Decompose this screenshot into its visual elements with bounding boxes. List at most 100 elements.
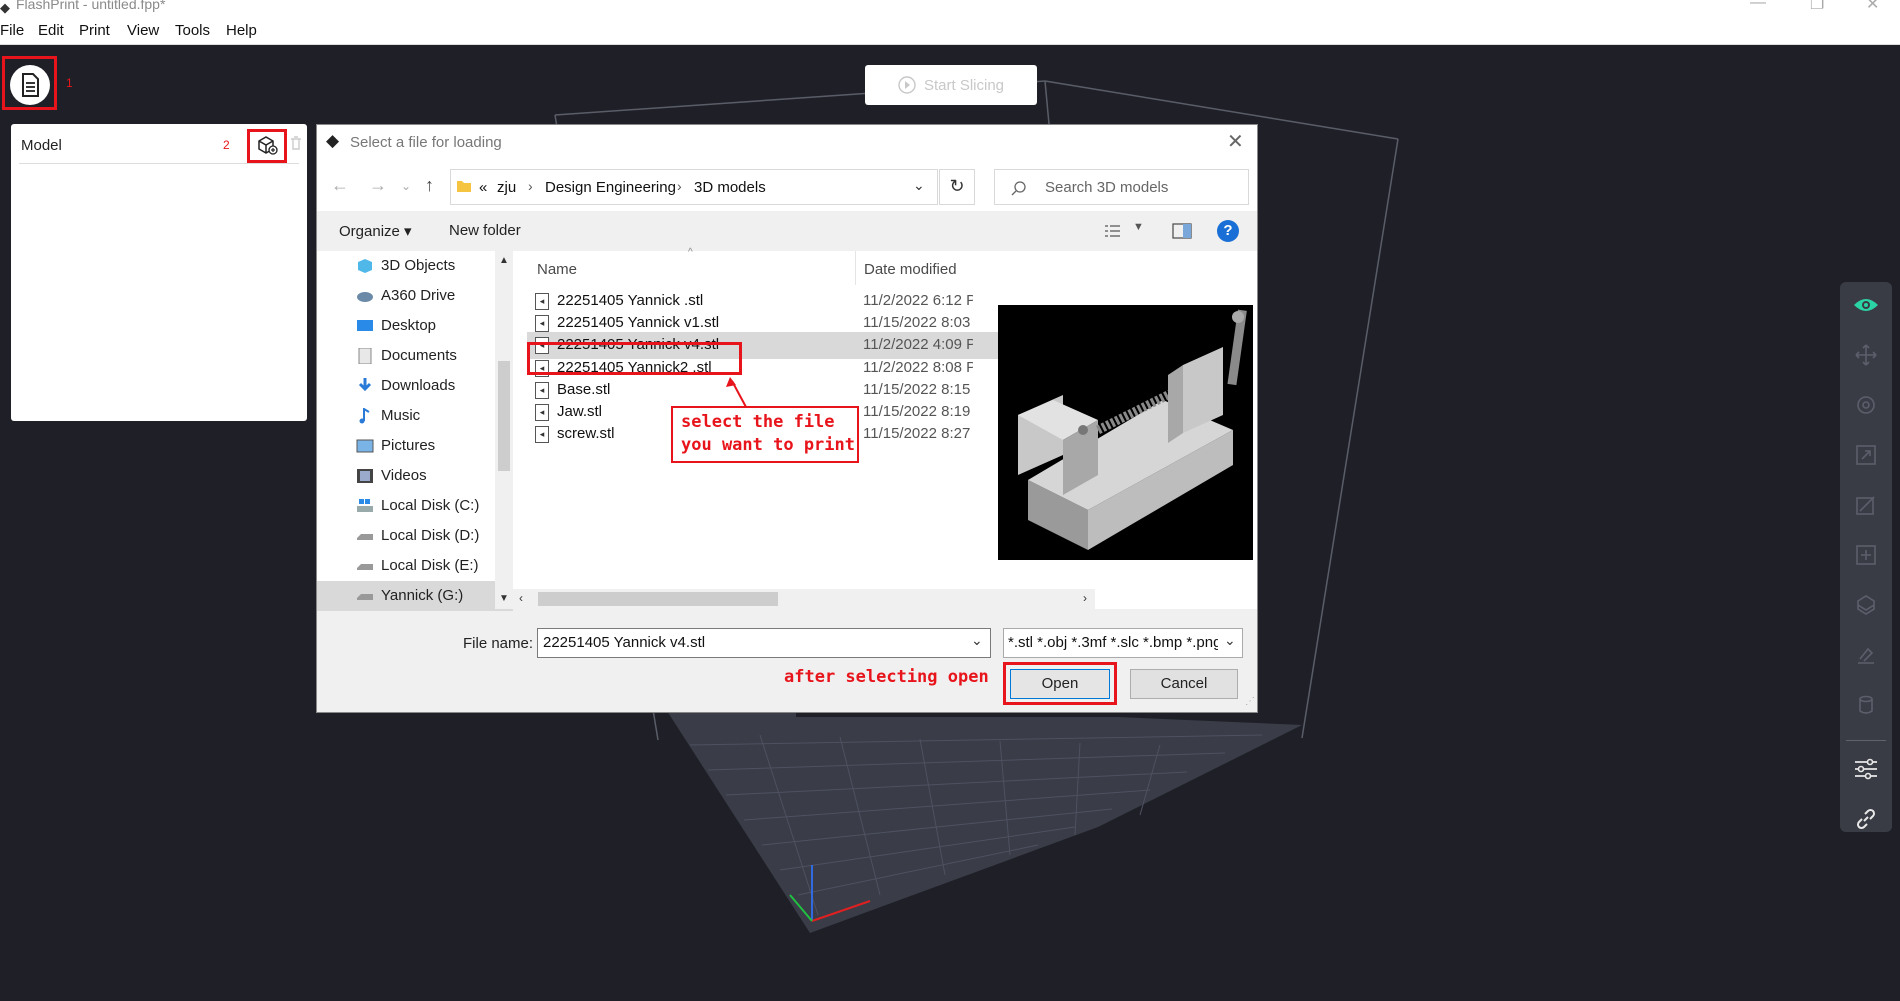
delete-icon[interactable] [289,135,303,151]
close-icon[interactable]: ✕ [1866,0,1879,14]
column-header-date[interactable]: Date modified [864,261,957,278]
column-divider[interactable] [855,251,856,285]
menu-help[interactable]: Help [226,22,257,39]
file-name-label: File name: [463,635,534,652]
open-file-button[interactable] [10,65,50,105]
cut-icon[interactable] [1849,488,1883,522]
nav-item-local-disk-d[interactable]: Local Disk (D:) [317,521,513,551]
breadcrumb-3d-models[interactable]: 3D models [694,179,766,196]
start-slicing-button[interactable]: Start Slicing [865,65,1037,105]
nav-item-local-disk-e[interactable]: Local Disk (E:) [317,551,513,581]
stl-file-icon: ◂ [535,404,549,421]
model-panel: Model 2 [11,124,307,421]
dialog-titlebar: ◆ Select a file for loading ✕ [317,125,1257,161]
nav-item-music[interactable]: Music [317,401,513,431]
open-button[interactable]: Open [1010,669,1110,699]
model-panel-title: Model [21,137,62,154]
documents-icon [358,348,372,364]
chevron-down-icon[interactable]: ▼ [1133,221,1144,233]
add-model-button[interactable] [247,129,287,163]
forward-arrow-icon[interactable]: → [369,175,387,196]
organize-menu[interactable]: Organize ▾ [339,222,412,240]
refresh-button[interactable]: ↻ [939,169,975,205]
chevron-down-icon[interactable]: ⌄ [913,177,925,194]
dialog-navbar: ← → ⌄ ↑ « zju › Design Engineering › 3D … [317,161,1257,211]
stl-file-icon: ◂ [535,426,549,443]
toolbar-divider [1846,740,1886,741]
menu-edit[interactable]: Edit [38,22,64,39]
back-arrow-icon[interactable]: ← [331,175,349,196]
menu-print[interactable]: Print [79,22,110,39]
add-support-icon[interactable] [1849,538,1883,572]
nav-item-3d-objects[interactable]: 3D Objects [317,251,513,281]
cylinder-icon[interactable] [1849,688,1883,722]
nav-item-yannick-g[interactable]: Yannick (G:) [317,581,513,611]
stl-file-icon: ◂ [535,382,549,399]
chevron-left-icon[interactable]: ‹ [519,591,523,605]
chevron-up-icon[interactable]: ▲ [499,255,509,266]
land-icon[interactable] [1849,638,1883,672]
link-icon[interactable] [1849,802,1883,836]
menu-view[interactable]: View [127,22,159,39]
annotation-text: select the file [681,412,835,432]
column-header-name[interactable]: Name [537,261,577,278]
address-bar[interactable]: « zju › Design Engineering › 3D models ⌄ [450,169,938,205]
preview-pane-icon[interactable] [1172,223,1192,239]
disk-icon [357,534,373,540]
stl-file-icon: ◂ [535,293,549,310]
chevron-down-icon[interactable]: ⌄ [971,632,983,649]
model-preview-image [998,305,1253,560]
menu-tools[interactable]: Tools [175,22,210,39]
nav-item-local-disk-c[interactable]: Local Disk (C:) [317,491,513,521]
rotate-icon[interactable] [1849,388,1883,422]
stl-file-icon: ◂ [535,315,549,332]
file-name-input[interactable]: 22251405 Yannick v4.stl ⌄ [537,628,991,658]
scrollbar-thumb[interactable] [498,361,510,471]
move-icon[interactable] [1849,338,1883,372]
eye-icon[interactable] [1849,288,1883,322]
chevron-right-icon[interactable]: › [1083,591,1087,605]
menu-file[interactable]: File [0,22,24,39]
breadcrumb-design-engineering[interactable]: Design Engineering [545,179,676,196]
refresh-icon: ↻ [949,176,965,196]
help-icon[interactable]: ? [1217,220,1239,242]
search-field[interactable]: Search 3D models [994,169,1249,205]
breadcrumb-zju[interactable]: zju [497,179,516,196]
disk-icon [357,594,373,600]
nav-pane-scrollbar[interactable]: ▲ ▼ [495,251,513,609]
menu-bar: File Edit Print View Tools Help [0,18,1900,45]
cancel-button[interactable]: Cancel [1130,669,1238,699]
dialog-title: Select a file for loading [350,134,502,151]
document-icon [22,73,39,97]
videos-icon [357,469,373,483]
scrollbar-thumb[interactable] [538,592,778,606]
breadcrumb-separator-icon: › [677,178,682,194]
recent-locations-icon[interactable]: ⌄ [401,179,411,193]
view-options-icon[interactable] [1104,223,1122,239]
up-arrow-icon[interactable]: ↑ [425,175,434,196]
nav-item-pictures[interactable]: Pictures [317,431,513,461]
restore-icon[interactable]: ❐ [1810,0,1824,14]
breadcrumb-overflow[interactable]: « [479,179,487,196]
nav-item-desktop[interactable]: Desktop [317,311,513,341]
file-list-hscrollbar[interactable]: ‹ › [513,589,1095,609]
close-icon[interactable]: ✕ [1227,129,1244,154]
settings-sliders-icon[interactable] [1849,752,1883,786]
new-folder-button[interactable]: New folder [449,222,521,239]
cloud-drive-icon [357,292,373,302]
annotation-number-2: 2 [223,138,230,152]
downloads-icon [358,378,372,392]
search-icon [1011,181,1026,196]
nav-item-downloads[interactable]: Downloads [317,371,513,401]
nav-item-documents[interactable]: Documents [317,341,513,371]
file-type-filter-select[interactable]: *.stl *.obj *.3mf *.slc *.bmp *.png ⌄ [1003,628,1243,658]
nav-item-videos[interactable]: Videos [317,461,513,491]
window-title: FlashPrint - untitled.fpp* [16,0,166,12]
disk-icon [357,564,373,570]
layers-icon[interactable] [1849,588,1883,622]
minimize-icon[interactable]: — [1750,0,1766,12]
nav-item-a360-drive[interactable]: A360 Drive [317,281,513,311]
resize-grip-icon[interactable]: ⋰ [1245,696,1255,707]
chevron-down-icon[interactable]: ▼ [499,593,509,604]
scale-icon[interactable] [1849,438,1883,472]
